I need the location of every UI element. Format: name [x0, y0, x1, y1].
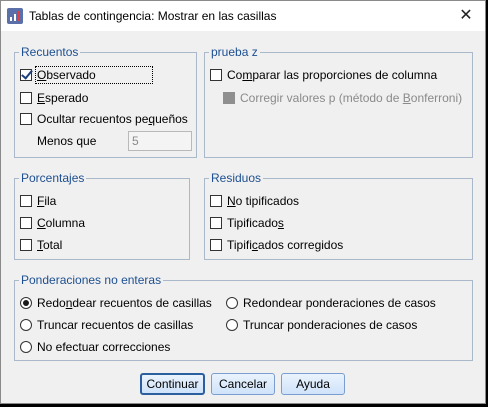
redondear-ponderaciones-label: Redondear ponderaciones de casos	[243, 296, 436, 310]
redondear-ponderaciones-radio[interactable]: Redondear ponderaciones de casos	[226, 295, 436, 311]
dialog-window: Tablas de contingencia: Mostrar en las c…	[0, 0, 486, 404]
comparar-check-icon[interactable]	[210, 69, 222, 81]
no-efectuar-label: No efectuar correcciones	[37, 340, 171, 354]
truncar-ponderaciones-radio[interactable]: Truncar ponderaciones de casos	[226, 317, 417, 333]
title-bar: Tablas de contingencia: Mostrar en las c…	[1, 1, 485, 31]
total-check-icon[interactable]	[20, 239, 32, 251]
columna-label: Columna	[37, 216, 86, 230]
corregir-bonferroni-checkbox[interactable]: Corregir valores p (método de Bonferroni…	[223, 90, 462, 106]
redondear-recuentos-label: Redondear recuentos de casillas	[37, 296, 212, 310]
observado-check-icon[interactable]	[20, 69, 32, 81]
ponderaciones-legend: Ponderaciones no enteras	[19, 273, 164, 287]
ayuda-button[interactable]: Ayuda	[281, 373, 345, 395]
comparar-label: Comparar las proporciones de columna	[227, 68, 438, 82]
tipificados-corregidos-check-icon[interactable]	[210, 239, 222, 251]
no-tipificados-check-icon[interactable]	[210, 195, 222, 207]
columna-check-icon[interactable]	[20, 217, 32, 229]
prueba-z-legend: prueba z	[209, 45, 260, 59]
cancelar-button[interactable]: Cancelar	[211, 373, 275, 395]
no-efectuar-correcciones-radio[interactable]: No efectuar correcciones	[20, 339, 170, 355]
ocultar-check-icon[interactable]	[20, 113, 32, 125]
truncar-ponderaciones-label: Truncar ponderaciones de casos	[243, 318, 418, 332]
fila-label: Fila	[37, 194, 57, 208]
window-title: Tablas de contingencia: Mostrar en las c…	[29, 9, 277, 23]
observado-label: Observado	[35, 66, 153, 84]
tipificados-checkbox[interactable]: Tipificados	[210, 215, 284, 231]
recuentos-legend: Recuentos	[19, 45, 81, 59]
redondear-ponderaciones-radio-icon[interactable]	[226, 297, 238, 309]
truncar-recuentos-radio-icon[interactable]	[20, 319, 32, 331]
porcentajes-legend: Porcentajes	[19, 171, 87, 185]
comparar-proporciones-checkbox[interactable]: Comparar las proporciones de columna	[210, 67, 437, 83]
columna-checkbox[interactable]: Columna	[20, 215, 85, 231]
esperado-checkbox[interactable]: Esperado	[20, 90, 88, 106]
tipificados-label: Tipificados	[227, 216, 284, 230]
no-tipificados-label: No tipificados	[227, 194, 300, 208]
close-icon[interactable]: ✕	[455, 5, 477, 27]
total-label: Total	[37, 238, 63, 252]
no-tipificados-checkbox[interactable]: No tipificados	[210, 193, 299, 209]
corregir-check-icon[interactable]	[223, 92, 235, 104]
no-efectuar-radio-icon[interactable]	[20, 341, 32, 353]
truncar-recuentos-label: Truncar recuentos de casillas	[37, 318, 194, 332]
truncar-recuentos-radio[interactable]: Truncar recuentos de casillas	[20, 317, 193, 333]
app-icon	[7, 8, 23, 24]
tipificados-check-icon[interactable]	[210, 217, 222, 229]
corregir-label: Corregir valores p (método de Bonferroni…	[240, 91, 463, 105]
redondear-recuentos-radio[interactable]: Redondear recuentos de casillas	[20, 295, 212, 311]
fila-check-icon[interactable]	[20, 195, 32, 207]
menos-que-label: Menos que	[37, 134, 97, 148]
continuar-button[interactable]: Continuar	[140, 373, 205, 395]
esperado-label: Esperado	[37, 91, 89, 105]
fila-checkbox[interactable]: Fila	[20, 193, 56, 209]
observado-checkbox[interactable]: Observado	[20, 66, 153, 84]
truncar-ponderaciones-radio-icon[interactable]	[226, 319, 238, 331]
esperado-check-icon[interactable]	[20, 92, 32, 104]
ocultar-recuentos-checkbox[interactable]: Ocultar recuentos pequeños	[20, 111, 188, 127]
ocultar-label: Ocultar recuentos pequeños	[37, 112, 188, 126]
redondear-recuentos-radio-icon[interactable]	[20, 297, 32, 309]
tipificados-corregidos-label: Tipificados corregidos	[227, 238, 344, 252]
menos-que-input[interactable]: 5	[128, 131, 192, 151]
total-checkbox[interactable]: Total	[20, 237, 62, 253]
tipificados-corregidos-checkbox[interactable]: Tipificados corregidos	[210, 237, 343, 253]
residuos-legend: Residuos	[209, 171, 264, 185]
